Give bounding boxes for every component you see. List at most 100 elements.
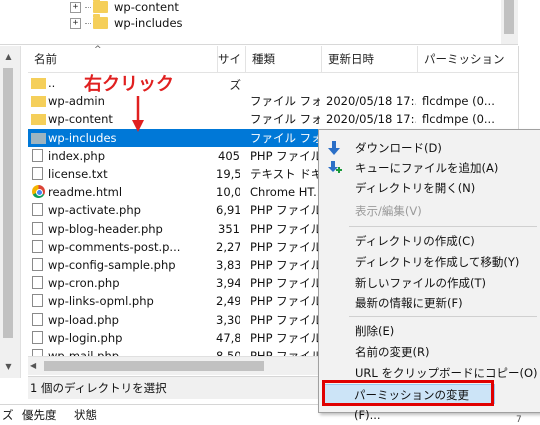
file-icon	[32, 239, 43, 253]
folder-icon	[31, 132, 46, 144]
scroll-up-icon[interactable]: ▲	[0, 48, 17, 65]
file-type: Chrome HT...	[250, 185, 320, 200]
file-type: PHP ファイル	[250, 239, 320, 254]
file-name: wp-activate.php	[48, 203, 141, 218]
file-name: wp-config-sample.php	[48, 258, 176, 272]
file-size: 2,275	[216, 239, 240, 254]
folder-icon	[93, 14, 108, 29]
file-type: PHP ファイル	[250, 276, 320, 291]
download-arrow-icon	[328, 141, 340, 155]
folder-icon	[93, 0, 108, 13]
menu-item-open-directory[interactable]: ディレクトリを開く(N)	[319, 178, 540, 198]
folder-icon	[31, 96, 46, 108]
file-type: PHP ファイル	[250, 203, 320, 218]
file-name: wp-login.php	[48, 330, 123, 345]
expand-icon[interactable]: +	[70, 1, 81, 13]
file-size: 405	[218, 148, 240, 163]
file-type: ファイル フォ...	[250, 94, 320, 109]
file-icon	[32, 276, 43, 290]
right-click-annotation: 右クリック	[84, 74, 174, 95]
file-icon	[32, 294, 43, 308]
file-name: readme.html	[48, 185, 123, 200]
local-panel-scrollbar[interactable]: ▲ ▼	[0, 46, 21, 378]
queue-column-size[interactable]: ズ	[2, 407, 14, 423]
selection-status: 1 個のディレクトリを選択	[30, 381, 167, 395]
file-type: テキスト ドキ...	[250, 167, 320, 181]
file-size: 6,912	[216, 203, 240, 218]
column-header-type[interactable]: 種類	[246, 46, 322, 72]
file-icon	[32, 167, 43, 180]
menu-item-refresh[interactable]: 最新の情報に更新(F)	[319, 293, 540, 313]
file-size: 3,300	[216, 312, 240, 327]
highlight-box	[322, 380, 494, 406]
column-header-name[interactable]: 名前 ^	[28, 45, 218, 72]
file-icon	[32, 203, 43, 217]
file-name: wp-load.php	[48, 312, 119, 327]
file-icon	[32, 221, 43, 235]
file-icon	[32, 148, 43, 162]
folder-icon	[31, 78, 46, 89]
menu-item-add-to-queue[interactable]: キューにファイルを追加(A)	[319, 158, 540, 178]
menu-item-create-directory[interactable]: ディレクトリの作成(C)	[319, 231, 540, 251]
annotation-arrow-icon	[132, 96, 144, 132]
queue-column-status[interactable]: 状態	[74, 407, 97, 423]
file-type: PHP ファイル	[250, 148, 320, 163]
scroll-down-icon[interactable]: ▼	[0, 358, 17, 375]
tree-item-label: wp-includes	[114, 16, 183, 30]
file-perm: flcdmpe (0...	[422, 94, 495, 109]
sort-asc-icon: ^	[94, 45, 102, 55]
directory-tree: + wp-content + wp-includes	[0, 0, 518, 45]
file-name: license.txt	[48, 167, 108, 181]
right-gutter	[518, 46, 540, 130]
menu-item-create-and-enter-directory[interactable]: ディレクトリを作成して移動(Y)	[319, 252, 540, 272]
file-size: 2,496	[216, 294, 240, 309]
column-header-permission[interactable]: パーミッション	[418, 46, 520, 72]
file-size: 351	[218, 221, 240, 236]
folder-icon	[31, 114, 46, 126]
chrome-file-icon	[32, 185, 45, 199]
file-name: wp-links-opml.php	[48, 294, 154, 309]
menu-item-create-file[interactable]: 新しいファイルの作成(T)	[319, 273, 540, 293]
tree-item-label: wp-content	[114, 0, 179, 14]
context-menu: ダウンロード(D) キューにファイルを追加(A) ディレクトリを開く(N) 表示…	[318, 129, 540, 422]
menu-separator	[349, 226, 537, 227]
menu-item-delete[interactable]: 削除(E)	[319, 321, 540, 341]
scroll-thumb[interactable]	[3, 68, 13, 338]
expand-icon[interactable]: +	[70, 17, 81, 29]
menu-separator	[349, 316, 537, 317]
file-icon	[32, 312, 43, 326]
file-size: 10,089	[216, 185, 240, 200]
file-row[interactable]: wp-contentファイル フォ...2020/05/18 17:...flc…	[28, 110, 520, 128]
file-name: wp-blog-header.php	[48, 221, 163, 236]
file-size: 3,837	[216, 258, 240, 272]
file-size: 47,874	[216, 330, 240, 345]
file-modified: 2020/05/18 17:...	[326, 94, 416, 109]
file-modified: 2020/05/18 17:...	[326, 112, 416, 127]
tree-item-wp-includes[interactable]: + wp-includes	[70, 14, 183, 32]
file-perm: flcdmpe (0...	[422, 112, 495, 127]
tree-scrollbar[interactable]	[501, 0, 518, 44]
scroll-left-icon[interactable]: ◀	[30, 357, 36, 375]
column-header-size[interactable]: サイズ	[218, 46, 246, 92]
file-type: PHP ファイル	[250, 258, 320, 272]
file-name: wp-cron.php	[48, 276, 120, 291]
queue-column-priority[interactable]: 優先度	[22, 407, 57, 423]
file-type: ファイル フォ...	[250, 112, 320, 127]
file-name: index.php	[48, 148, 106, 163]
file-name: wp-comments-post.p...	[48, 239, 181, 254]
menu-item-rename[interactable]: 名前の変更(R)	[319, 342, 540, 362]
file-type: PHP ファイル	[250, 312, 320, 327]
menu-item-download[interactable]: ダウンロード(D)	[319, 138, 540, 158]
file-list-header: 名前 ^ サイズ 種類 更新日時 パーミッション	[28, 45, 520, 92]
file-icon	[32, 258, 43, 271]
column-header-modified[interactable]: 更新日時	[322, 46, 418, 72]
file-type: PHP ファイル	[250, 330, 320, 345]
file-type: ファイル フォ...	[250, 130, 320, 145]
scroll-thumb[interactable]	[504, 0, 514, 34]
file-icon	[32, 330, 43, 344]
scroll-thumb[interactable]	[44, 361, 264, 371]
add-to-queue-icon	[328, 161, 342, 173]
file-size: 3,940	[216, 276, 240, 291]
file-type: PHP ファイル	[250, 294, 320, 309]
file-size: 19,531	[216, 167, 240, 181]
